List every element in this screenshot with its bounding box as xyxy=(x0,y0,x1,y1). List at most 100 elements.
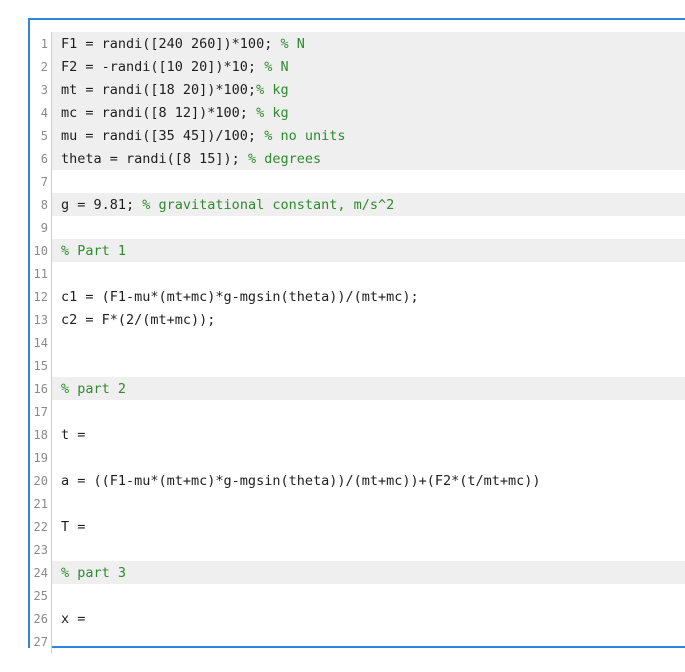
code-line[interactable]: 11 xyxy=(30,262,685,285)
line-code[interactable]: c1 = (F1-mu*(mt+mc)*g-mgsin(theta))/(mt+… xyxy=(52,285,685,308)
line-number: 27 xyxy=(30,630,52,653)
line-code[interactable] xyxy=(52,492,685,515)
line-code[interactable]: % Part 1 xyxy=(52,239,685,262)
line-number: 16 xyxy=(30,377,52,400)
line-code[interactable]: t = xyxy=(52,423,685,446)
line-number: 19 xyxy=(30,446,52,469)
code-line[interactable]: 2 F2 = -randi([10 20])*10; % N xyxy=(30,55,685,78)
line-number: 26 xyxy=(30,607,52,630)
code-line[interactable]: 17 xyxy=(30,400,685,423)
code-comment: % N xyxy=(280,35,305,52)
code-comment: % part 2 xyxy=(61,380,127,397)
code-text: t = xyxy=(61,426,86,443)
line-code[interactable]: % part 2 xyxy=(52,377,685,400)
code-line[interactable]: 18 t = xyxy=(30,423,685,446)
line-number: 25 xyxy=(30,584,52,607)
line-number: 9 xyxy=(30,216,52,239)
code-text: mt = randi([18 20])*100; xyxy=(61,81,257,98)
code-text: x = xyxy=(61,610,86,627)
line-code[interactable] xyxy=(52,446,685,469)
code-line[interactable]: 8g = 9.81; % gravitational constant, m/s… xyxy=(30,193,685,216)
line-number: 12 xyxy=(30,285,52,308)
line-number: 18 xyxy=(30,423,52,446)
line-number: 13 xyxy=(30,308,52,331)
code-line[interactable]: 9 xyxy=(30,216,685,239)
code-comment: % N xyxy=(264,58,289,75)
code-line[interactable]: 14 xyxy=(30,331,685,354)
line-code[interactable] xyxy=(52,216,685,239)
line-code[interactable]: c2 = F*(2/(mt+mc)); xyxy=(52,308,685,331)
code-line[interactable]: 25 xyxy=(30,584,685,607)
code-line[interactable]: 24 % part 3 xyxy=(30,561,685,584)
code-text: a = ((F1-mu*(mt+mc)*g-mgsin(theta))/(mt+… xyxy=(61,472,541,489)
code-text: c2 = F*(2/(mt+mc)); xyxy=(61,311,216,328)
code-line[interactable]: 12 c1 = (F1-mu*(mt+mc)*g-mgsin(theta))/(m… xyxy=(30,285,685,308)
line-code[interactable]: % part 3 xyxy=(52,561,685,584)
code-line[interactable]: 5 mu = randi([35 45])/100; % no units xyxy=(30,124,685,147)
line-code[interactable] xyxy=(52,331,685,354)
code-comment: % part 3 xyxy=(61,564,127,581)
code-text: T = xyxy=(61,518,86,535)
line-number: 5 xyxy=(30,124,52,147)
code-text: theta = randi([8 15]); xyxy=(61,150,248,167)
code-text: mu = randi([35 45])/100; xyxy=(61,127,265,144)
code-line[interactable]: 23 xyxy=(30,538,685,561)
line-code[interactable]: theta = randi([8 15]); % degrees xyxy=(52,147,685,170)
line-code[interactable]: mt = randi([18 20])*100;% kg xyxy=(52,78,685,101)
code-line[interactable]: 22 T = xyxy=(30,515,685,538)
line-number: 2 xyxy=(30,55,52,78)
code-text: mc = randi([8 12])*100; xyxy=(61,104,257,121)
line-number: 22 xyxy=(30,515,52,538)
line-number: 17 xyxy=(30,400,52,423)
line-number: 6 xyxy=(30,147,52,170)
line-number: 24 xyxy=(30,561,52,584)
code-line[interactable]: 19 xyxy=(30,446,685,469)
code-line[interactable]: 21 xyxy=(30,492,685,515)
code-comment: % kg xyxy=(256,81,289,98)
line-code[interactable]: g = 9.81; % gravitational constant, m/s^… xyxy=(52,193,685,216)
line-code[interactable]: a = ((F1-mu*(mt+mc)*g-mgsin(theta))/(mt+… xyxy=(52,469,685,492)
line-number: 20 xyxy=(30,469,52,492)
line-code[interactable] xyxy=(52,630,685,653)
code-line[interactable]: 3 mt = randi([18 20])*100;% kg xyxy=(30,78,685,101)
code-line[interactable]: 10 % Part 1 xyxy=(30,239,685,262)
line-code[interactable] xyxy=(52,170,685,193)
line-number: 21 xyxy=(30,492,52,515)
line-number: 7 xyxy=(30,170,52,193)
code-comment: % gravitational constant, m/s^2 xyxy=(142,196,395,213)
line-code[interactable] xyxy=(52,262,685,285)
code-line[interactable]: 20 a = ((F1-mu*(mt+mc)*g-mgsin(theta))/(m… xyxy=(30,469,685,492)
line-code[interactable]: T = xyxy=(52,515,685,538)
code-text: F1 = randi([240 260])*100; xyxy=(61,35,281,52)
line-number: 8 xyxy=(30,193,52,216)
line-code[interactable]: x = xyxy=(52,607,685,630)
code-text: g = 9.81; xyxy=(61,196,143,213)
line-code[interactable]: F1 = randi([240 260])*100; % N xyxy=(52,32,685,55)
code-comment: % Part 1 xyxy=(61,242,127,259)
line-number: 3 xyxy=(30,78,52,101)
line-code[interactable]: mu = randi([35 45])/100; % no units xyxy=(52,124,685,147)
line-code[interactable] xyxy=(52,584,685,607)
line-number: 10 xyxy=(30,239,52,262)
code-line[interactable]: 26 x = xyxy=(30,607,685,630)
code-line[interactable]: 16 % part 2 xyxy=(30,377,685,400)
code-line[interactable]: 1 F1 = randi([240 260])*100; % N xyxy=(30,32,685,55)
code-lines: 1 F1 = randi([240 260])*100; % N 2 F2 = -ra… xyxy=(30,32,685,653)
code-line[interactable]: 15 xyxy=(30,354,685,377)
line-code[interactable] xyxy=(52,400,685,423)
line-code[interactable]: mc = randi([8 12])*100; % kg xyxy=(52,101,685,124)
line-code[interactable] xyxy=(52,538,685,561)
code-editor[interactable]: 1 F1 = randi([240 260])*100; % N 2 F2 = -ra… xyxy=(28,18,685,653)
code-comment: % no units xyxy=(264,127,346,144)
line-number: 23 xyxy=(30,538,52,561)
code-line[interactable]: 6 theta = randi([8 15]); % degrees xyxy=(30,147,685,170)
code-line[interactable]: 7 xyxy=(30,170,685,193)
code-comment: % kg xyxy=(256,104,289,121)
line-number: 4 xyxy=(30,101,52,124)
code-line[interactable]: 13 c2 = F*(2/(mt+mc)); xyxy=(30,308,685,331)
line-code[interactable]: F2 = -randi([10 20])*10; % N xyxy=(52,55,685,78)
line-number: 1 xyxy=(30,32,52,55)
line-code[interactable] xyxy=(52,354,685,377)
code-line[interactable]: 4 mc = randi([8 12])*100; % kg xyxy=(30,101,685,124)
code-line[interactable]: 27 xyxy=(30,630,685,653)
